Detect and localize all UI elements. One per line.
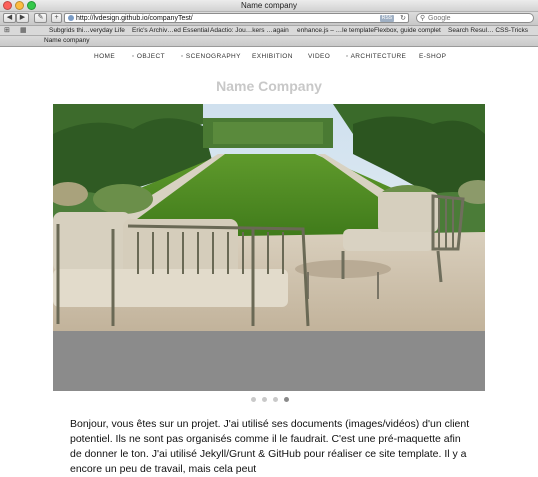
garden-furniture-photo	[53, 104, 485, 331]
image-carousel[interactable]	[53, 104, 485, 391]
window-titlebar: Name company	[0, 0, 538, 12]
nav-label: ARCHITECTURE	[350, 53, 407, 60]
bookmarks-bar: ⊞ ▦ Subgrids thi…veryday Life Eric's Arc…	[0, 26, 538, 36]
tab-label: Name company	[44, 37, 90, 44]
nav-architecture[interactable]: ◦ ARCHITECTURE	[346, 51, 406, 63]
forward-button[interactable]: ▶	[16, 13, 29, 23]
back-button[interactable]: ◀	[3, 13, 16, 23]
rss-icon[interactable]: RSS	[379, 15, 394, 22]
nav-scenography[interactable]: ◦ SCENOGRAPHY	[181, 51, 241, 63]
reload-icon[interactable]: ↻	[400, 14, 406, 23]
top-sites-grid-icon[interactable]: ▦	[20, 26, 27, 35]
bookmark-item[interactable]: Flexbox, guide complet	[374, 26, 441, 35]
intro-paragraph: Bonjour, vous êtes sur un projet. J'ai u…	[70, 418, 470, 475]
bookmark-item[interactable]: Adactio: Jou…kers …again	[210, 26, 289, 35]
nav-video[interactable]: VIDEO	[308, 51, 330, 63]
nav-object[interactable]: ◦ OBJECT	[132, 51, 165, 63]
carousel-dot[interactable]	[251, 397, 256, 402]
nav-home[interactable]: HOME	[94, 51, 115, 63]
nav-exhibition[interactable]: EXHIBITION	[252, 51, 293, 63]
bookmark-item[interactable]: Eric's Archiv…ed Essential	[132, 26, 209, 35]
search-box[interactable]: ⚲	[416, 13, 534, 23]
tab-name-company[interactable]: Name company	[0, 36, 538, 46]
nav-label: OBJECT	[136, 53, 165, 60]
tab-bar: Name company	[0, 36, 538, 47]
edit-icon[interactable]: ✎	[34, 13, 47, 23]
search-input[interactable]	[428, 14, 528, 23]
new-tab-button[interactable]: +	[51, 13, 62, 23]
carousel-indicators	[0, 397, 538, 405]
carousel-dot[interactable]	[273, 397, 278, 402]
bookmark-item[interactable]: Subgrids thi…veryday Life	[49, 26, 125, 35]
nav-label: SCENOGRAPHY	[185, 53, 241, 60]
nav-eshop[interactable]: E-SHOP	[419, 51, 446, 63]
carousel-dot[interactable]	[262, 397, 267, 402]
page-title: Name Company	[216, 78, 322, 94]
bookmark-item[interactable]: Search Resul… CSS-Tricks	[448, 26, 528, 35]
carousel-dot-active[interactable]	[284, 397, 289, 402]
browser-toolbar: ◀ ▶ ✎ + http://lvdesign.github.io/compan…	[0, 12, 538, 26]
site-nav: HOME ◦ OBJECT ◦ SCENOGRAPHY EXHIBITION V…	[0, 51, 538, 63]
bookmarks-book-icon[interactable]: ⊞	[4, 26, 10, 35]
window-title: Name company	[240, 1, 298, 10]
address-url[interactable]: http://lvdesign.github.io/companyTest/	[76, 14, 193, 23]
search-icon: ⚲	[420, 15, 426, 22]
bookmark-item[interactable]: enhance.js – …le template	[297, 26, 374, 35]
address-bar[interactable]: http://lvdesign.github.io/companyTest/ R…	[64, 13, 409, 23]
site-favicon-icon	[68, 15, 74, 21]
